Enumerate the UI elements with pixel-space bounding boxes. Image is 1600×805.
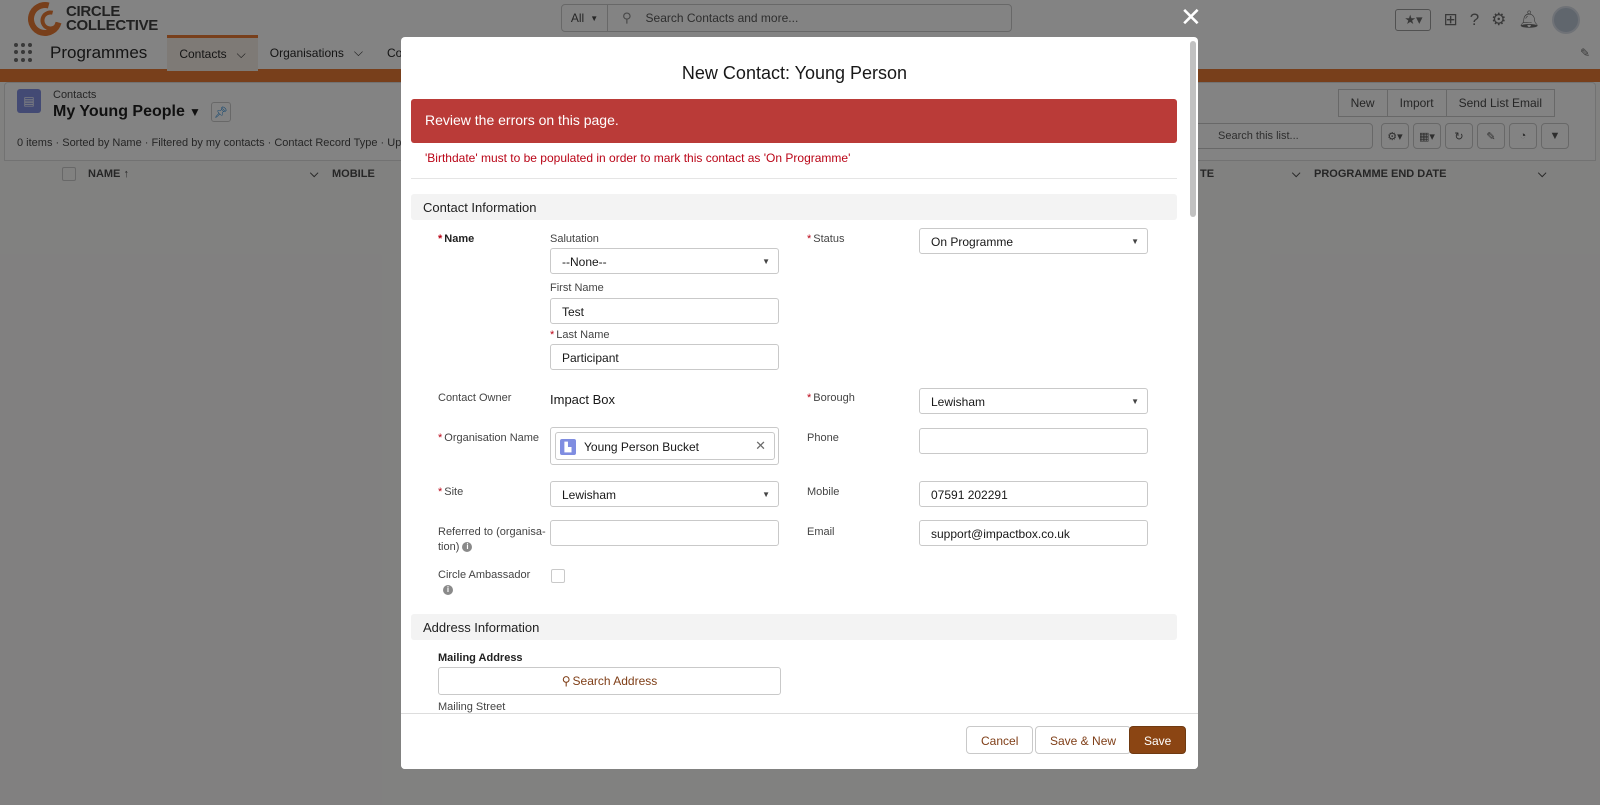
contact-owner-label: Contact Owner — [438, 392, 512, 404]
salutation-select[interactable]: --None-- ▼ — [550, 248, 779, 274]
referred-to-input[interactable] — [550, 520, 779, 546]
mailing-address-label: Mailing Address — [438, 652, 523, 664]
save-and-new-button[interactable]: Save & New — [1035, 726, 1132, 754]
last-name-label: * Last Name — [550, 329, 610, 341]
modal-footer: Cancel Save & New Save — [401, 713, 1198, 769]
borough-value: Lewisham — [931, 395, 986, 409]
info-icon[interactable]: i — [462, 542, 473, 553]
circle-ambassador-checkbox[interactable] — [551, 569, 565, 583]
name-label: * Name — [438, 233, 475, 245]
save-button[interactable]: Save — [1129, 726, 1187, 754]
site-value: Lewisham — [562, 488, 617, 502]
site-label: * Site — [438, 486, 464, 498]
organisation-lookup[interactable]: ▙ Young Person Bucket ✕ — [550, 427, 779, 465]
mailing-street-label: Mailing Street — [438, 701, 506, 713]
new-contact-modal: New Contact: Young Person Review the err… — [401, 37, 1198, 769]
organisation-name-label: * Organisation Name — [438, 432, 540, 444]
caret-down-icon: ▼ — [1131, 237, 1139, 246]
borough-select[interactable]: Lewisham ▼ — [919, 388, 1148, 414]
email-label: Email — [807, 526, 835, 538]
phone-label: Phone — [807, 432, 839, 444]
search-address-label: Search Address — [572, 674, 658, 688]
cancel-button[interactable]: Cancel — [966, 726, 1034, 754]
borough-label: * Borough — [807, 392, 855, 404]
status-select[interactable]: On Programme ▼ — [919, 228, 1148, 254]
modal-title: New Contact: Young Person — [681, 63, 908, 83]
caret-down-icon: ▼ — [762, 257, 770, 266]
mobile-input[interactable]: 07591 202291 — [919, 481, 1148, 507]
error-message: 'Birthdate' must to be populated in orde… — [425, 151, 851, 165]
section-contact-information[interactable]: Contact Information — [411, 194, 1177, 220]
scrollbar-thumb[interactable] — [1190, 41, 1196, 217]
status-label: * Status — [807, 233, 845, 245]
site-select[interactable]: Lewisham ▼ — [550, 481, 779, 507]
mobile-label: Mobile — [807, 486, 840, 498]
search-icon: ⚲ — [561, 674, 571, 688]
divider — [411, 178, 1177, 179]
modal-body: New Contact: Young Person Review the err… — [401, 37, 1198, 713]
salutation-label: Salutation — [550, 233, 599, 245]
first-name-input[interactable]: Test — [550, 298, 779, 324]
circle-ambassador-label: Circle Ambassador — [438, 569, 531, 581]
info-icon[interactable]: i — [443, 584, 453, 596]
caret-down-icon: ▼ — [762, 490, 770, 499]
contact-owner-value: Impact Box — [550, 392, 616, 407]
last-name-input[interactable]: Participant — [550, 344, 779, 370]
caret-down-icon: ▼ — [1131, 397, 1139, 406]
salutation-value: --None-- — [562, 255, 607, 269]
phone-input[interactable] — [919, 428, 1148, 454]
email-input[interactable]: support@impactbox.co.uk — [919, 520, 1148, 546]
referred-to-label: Referred to (organisa- — [438, 526, 546, 538]
search-address-button[interactable]: ⚲ Search Address — [438, 667, 781, 695]
status-value: On Programme — [931, 235, 1014, 249]
account-icon: ▙ — [560, 439, 576, 455]
close-icon[interactable]: ✕ — [1180, 4, 1202, 30]
selected-organisation-pill[interactable]: ▙ Young Person Bucket ✕ — [555, 432, 775, 460]
organisation-value: Young Person Bucket — [584, 440, 699, 454]
referred-to-label-cont: tion) i — [438, 541, 473, 553]
close-icon[interactable]: ✕ — [755, 438, 766, 454]
section-address-information[interactable]: Address Information — [411, 614, 1177, 640]
first-name-label: First Name — [550, 282, 604, 294]
error-banner: Review the errors on this page. — [411, 99, 1177, 143]
